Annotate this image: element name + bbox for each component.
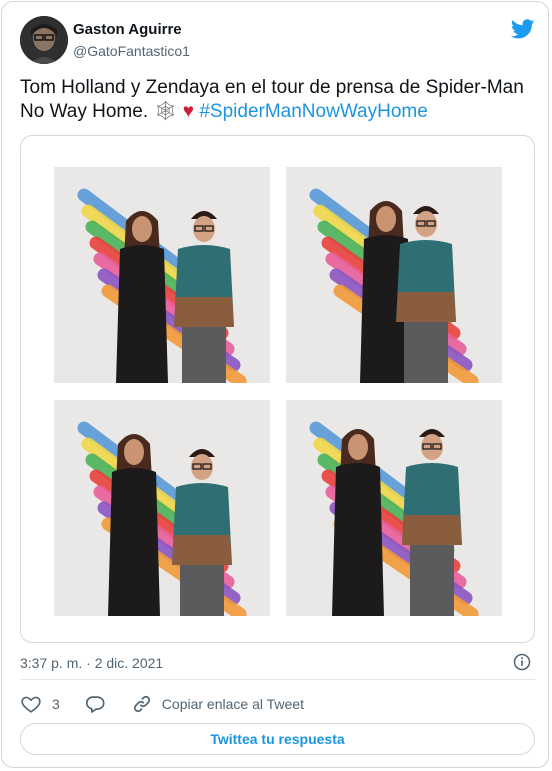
tweet-card: Gaston Aguirre @GatoFantastico1 Tom Holl… [1,1,549,768]
twitter-bird-icon[interactable] [510,17,535,41]
spider-web-emoji: 🕸 [153,101,178,122]
photo-image [286,167,502,383]
author-name[interactable]: Gaston Aguirre [73,21,182,38]
photo-1[interactable] [54,167,270,383]
media-grid[interactable] [20,135,535,643]
photo-image [286,400,502,616]
tweet-text-line-2: No Way Home. 🕸 ♥ #SpiderManNowWayHome [20,100,535,124]
divider [20,679,535,680]
info-icon[interactable] [513,653,531,671]
action-bar: 3 Copiar enlace al Tweet [20,692,304,716]
hashtag-link[interactable]: #SpiderManNowWayHome [199,101,427,122]
photo-4[interactable] [286,400,502,616]
like-count: 3 [52,696,60,712]
heart-outline-icon [21,696,41,713]
tweet-text-line-1: Tom Holland y Zendaya en el tour de pren… [20,77,524,98]
author-handle[interactable]: @GatoFantastico1 [73,43,190,59]
speech-bubble-icon [85,696,105,713]
photo-3[interactable] [54,400,270,616]
copy-link-button[interactable]: Copiar enlace al Tweet [132,694,304,714]
copy-link-label: Copiar enlace al Tweet [161,696,304,712]
photo-image [54,167,270,383]
reply-button[interactable]: Twittea tu respuesta [20,723,535,755]
tweet-timestamp[interactable]: 3:37 p. m. · 2 dic. 2021 [20,655,163,671]
reply-icon-button[interactable] [84,693,106,715]
tweet-text-line-2-content: No Way Home. [20,101,149,122]
avatar[interactable] [20,16,68,64]
tweet-text: Tom Holland y Zendaya en el tour de pren… [20,76,535,124]
link-icon [133,695,150,713]
photo-2[interactable] [286,167,502,383]
red-heart-emoji: ♥ [182,101,195,122]
photo-image [54,400,270,616]
like-button[interactable]: 3 [20,693,60,715]
